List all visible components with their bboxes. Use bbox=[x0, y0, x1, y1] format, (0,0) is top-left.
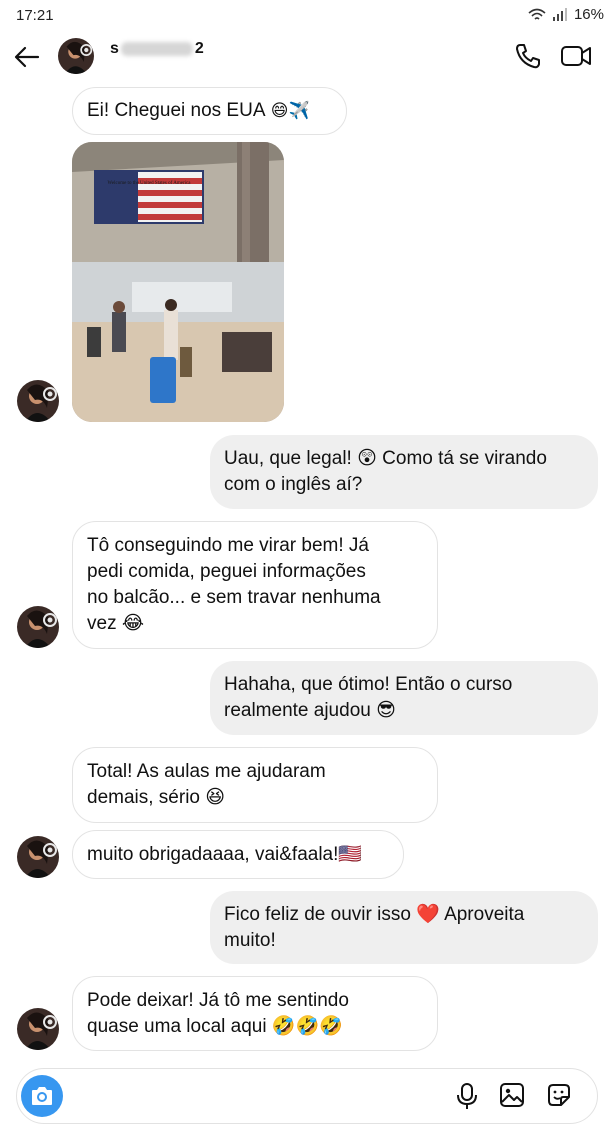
message-line: Uau, que legal! 😲 Como tá se virando bbox=[224, 448, 547, 469]
status-time: 17:21 bbox=[16, 7, 54, 24]
message-incoming[interactable]: Ei! Cheguei nos EUA 😄✈️ bbox=[72, 87, 347, 135]
message-incoming[interactable]: Pode deixar! Já tô me sentindo quase uma… bbox=[72, 976, 438, 1051]
message-incoming[interactable]: muito obrigadaaaa, vai&faala!🇺🇸 bbox=[72, 830, 404, 879]
message-line: demais, sério 😆 bbox=[87, 787, 226, 808]
sticker-icon[interactable] bbox=[545, 1081, 573, 1109]
username-end: 2 bbox=[194, 40, 204, 57]
video-camera-icon[interactable] bbox=[560, 42, 592, 70]
message-line: Total! As aulas me ajudaram bbox=[87, 761, 326, 782]
contact-avatar-small bbox=[17, 380, 59, 422]
message-line: realmente ajudou 😎 bbox=[224, 700, 396, 721]
message-line: Tô conseguindo me virar bem! Já bbox=[87, 535, 369, 556]
message-incoming[interactable]: Total! As aulas me ajudaram demais, séri… bbox=[72, 747, 438, 823]
contact-avatar-small bbox=[17, 1008, 59, 1050]
contact-username[interactable]: s2 bbox=[110, 40, 204, 58]
message-line: pedi comida, peguei informações bbox=[87, 561, 366, 582]
message-line: Hahaha, que ótimo! Então o curso bbox=[224, 674, 513, 695]
phone-icon[interactable] bbox=[514, 42, 542, 70]
camera-button[interactable] bbox=[21, 1075, 63, 1117]
message-line: no balcão... e sem travar nenhuma bbox=[87, 587, 381, 608]
microphone-icon[interactable] bbox=[455, 1082, 479, 1110]
contact-avatar-small bbox=[17, 836, 59, 878]
status-icons: 16% bbox=[528, 6, 604, 23]
welcome-sign-text: Welcome to the United States of America bbox=[108, 181, 192, 186]
contact-avatar-small bbox=[17, 606, 59, 648]
contact-avatar[interactable] bbox=[58, 38, 94, 74]
username-redacted bbox=[120, 41, 193, 56]
message-outgoing[interactable]: Hahaha, que ótimo! Então o curso realmen… bbox=[210, 661, 598, 735]
message-line: Pode deixar! Já tô me sentindo bbox=[87, 989, 349, 1011]
message-line: quase uma local aqui 🤣🤣🤣 bbox=[87, 1015, 343, 1037]
camera-icon bbox=[32, 1087, 52, 1105]
message-line: vez 😂 bbox=[87, 613, 145, 634]
message-text: Ei! Cheguei nos EUA bbox=[87, 100, 266, 121]
message-line: muito! bbox=[224, 929, 276, 951]
message-outgoing[interactable]: Fico feliz de ouvir isso ❤️ Aproveita mu… bbox=[210, 891, 598, 964]
shared-photo[interactable]: Welcome to the United States of America bbox=[72, 142, 284, 422]
message-incoming[interactable]: Tô conseguindo me virar bem! Já pedi com… bbox=[72, 521, 438, 649]
message-text: muito obrigadaaaa, vai&faala!🇺🇸 bbox=[87, 843, 363, 865]
message-emoji: 😄✈️ bbox=[270, 101, 310, 121]
username-start: s bbox=[110, 40, 119, 57]
back-arrow-icon[interactable] bbox=[12, 42, 42, 72]
signal-icon bbox=[552, 7, 567, 21]
gallery-icon[interactable] bbox=[499, 1082, 525, 1108]
message-line: com o inglês aí? bbox=[224, 474, 363, 495]
message-outgoing[interactable]: Uau, que legal! 😲 Como tá se virando com… bbox=[210, 435, 598, 509]
wifi-icon bbox=[528, 8, 546, 20]
message-line: Fico feliz de ouvir isso ❤️ Aproveita bbox=[224, 903, 525, 925]
battery-level: 16% bbox=[573, 6, 604, 23]
